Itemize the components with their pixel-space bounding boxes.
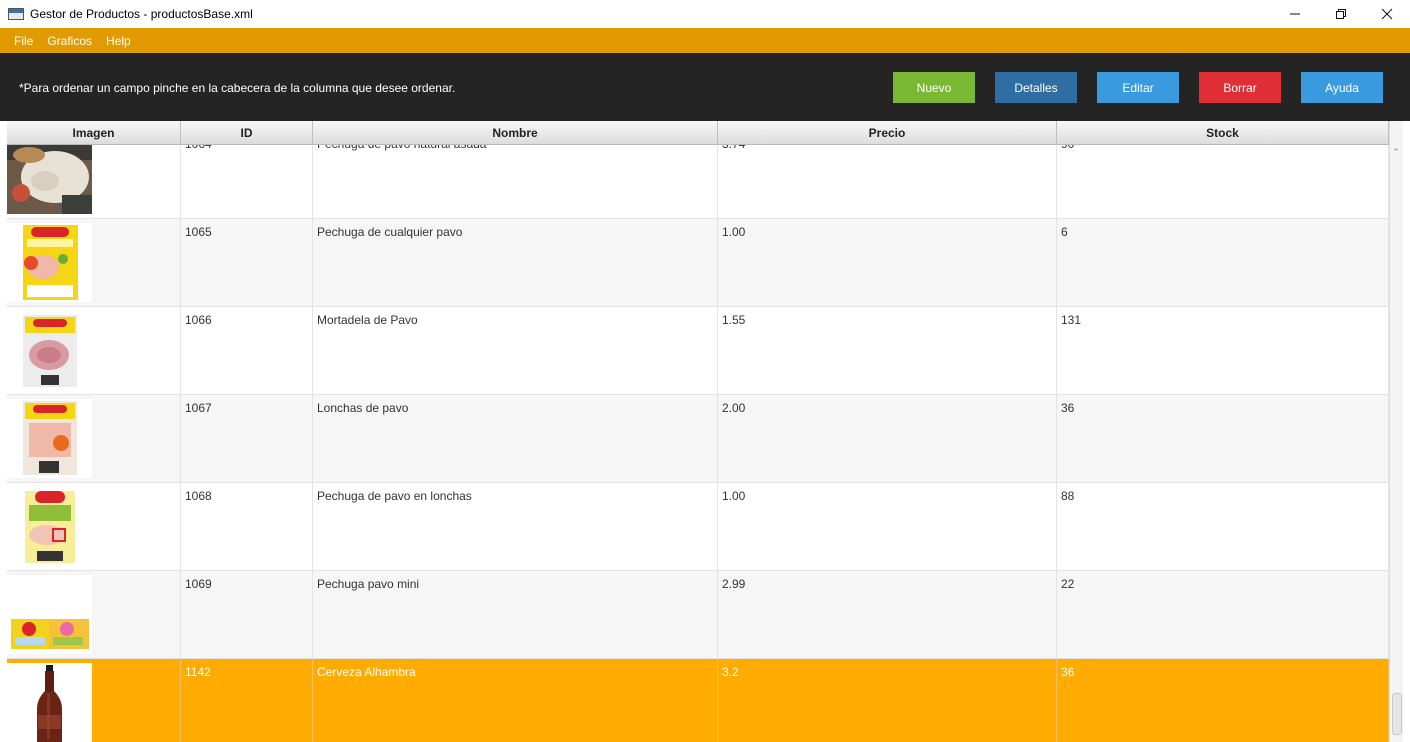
column-header-stock[interactable]: Stock (1057, 121, 1389, 145)
column-header-nombre[interactable]: Nombre (313, 121, 718, 145)
product-image-cell (7, 571, 181, 659)
app-icon (8, 8, 24, 20)
toolbar: *Para ordenar un campo pinche en la cabe… (0, 53, 1410, 121)
minimize-button[interactable] (1272, 0, 1318, 28)
table-row[interactable]: 1069 Pechuga pavo mini 2.99 22 (7, 571, 1389, 659)
beer-bottle (7, 663, 92, 742)
menu-help[interactable]: Help (106, 34, 131, 48)
price-cell: 1.55 (718, 307, 1057, 395)
new-button[interactable]: Nuevo (893, 72, 975, 103)
products-table: Imagen ID Nombre Precio Stock 1065 Pechu… (7, 121, 1389, 742)
close-icon (1381, 8, 1393, 20)
stock-cell: 131 (1057, 307, 1389, 395)
column-header-precio[interactable]: Precio (718, 121, 1057, 145)
id-cell: 1065 (181, 219, 313, 307)
menu-file[interactable]: File (14, 34, 33, 48)
restore-button[interactable] (1318, 0, 1364, 28)
edit-button[interactable]: Editar (1097, 72, 1179, 103)
table-row[interactable]: 1065 Pechuga de cualquier pavo 1.00 6 (7, 219, 1389, 307)
stock-cell: 36 (1057, 395, 1389, 483)
elpozo-turkey-pack (7, 223, 92, 302)
elpozo-lonchas-pack (7, 399, 92, 478)
menu-bar: File Graficos Help (0, 28, 1410, 53)
column-header-imagen[interactable]: Imagen (7, 121, 181, 145)
help-button[interactable]: Ayuda (1301, 72, 1383, 103)
price-cell: 2.99 (718, 571, 1057, 659)
price-cell: 1.00 (718, 219, 1057, 307)
name-cell: Pechuga de cualquier pavo (313, 219, 718, 307)
price-cell: 1.00 (718, 483, 1057, 571)
scroll-up-icon[interactable]: ⌃ (1392, 147, 1400, 158)
id-cell: 1066 (181, 307, 313, 395)
product-image-cell (7, 659, 181, 742)
product-image-cell (7, 219, 181, 307)
table-body: 1064 Pechuga de pavo natural asada 3.74 … (7, 131, 1389, 742)
product-image-cell (7, 307, 181, 395)
name-cell: Cerveza Alhambra (313, 659, 718, 742)
product-image-cell (7, 395, 181, 483)
delete-button[interactable]: Borrar (1199, 72, 1281, 103)
window-controls (1272, 0, 1410, 28)
id-cell: 1068 (181, 483, 313, 571)
table-row[interactable]: 1067 Lonchas de pavo 2.00 36 (7, 395, 1389, 483)
column-header-id[interactable]: ID (181, 121, 313, 145)
stock-cell: 6 (1057, 219, 1389, 307)
product-image-cell (7, 483, 181, 571)
sort-hint-text: *Para ordenar un campo pinche en la cabe… (19, 81, 456, 95)
window-title: Gestor de Productos - productosBase.xml (30, 7, 253, 21)
details-button[interactable]: Detalles (995, 72, 1077, 103)
sliced-turkey-photo (7, 135, 92, 214)
name-cell: Pechuga pavo mini (313, 571, 718, 659)
elpozo-mortadela-pack (7, 311, 92, 390)
scrollbar-thumb[interactable] (1392, 693, 1402, 735)
stock-cell: 22 (1057, 571, 1389, 659)
table-row-selected[interactable]: 1142 Cerveza Alhambra 3.2 36 (7, 659, 1389, 742)
table-row[interactable]: 1066 Mortadela de Pavo 1.55 131 (7, 307, 1389, 395)
price-cell: 2.00 (718, 395, 1057, 483)
name-cell: Pechuga de pavo en lonchas (313, 483, 718, 571)
id-cell: 1142 (181, 659, 313, 742)
id-cell: 1067 (181, 395, 313, 483)
campofrio-pechuga-pack (7, 487, 92, 566)
pechuga-mini-packs (7, 575, 92, 654)
name-cell: Lonchas de pavo (313, 395, 718, 483)
menu-graficos[interactable]: Graficos (47, 34, 92, 48)
price-cell: 3.2 (718, 659, 1057, 742)
table-row[interactable]: 1068 Pechuga de pavo en lonchas 1.00 88 (7, 483, 1389, 571)
table-header: Imagen ID Nombre Precio Stock (7, 121, 1389, 145)
stock-cell: 36 (1057, 659, 1389, 742)
minimize-icon (1290, 13, 1300, 15)
window-titlebar: Gestor de Productos - productosBase.xml (0, 0, 1410, 28)
close-button[interactable] (1364, 0, 1410, 28)
stock-cell: 88 (1057, 483, 1389, 571)
name-cell: Mortadela de Pavo (313, 307, 718, 395)
vertical-scrollbar[interactable]: ⌃ (1389, 121, 1403, 742)
id-cell: 1069 (181, 571, 313, 659)
restore-icon (1336, 9, 1346, 19)
